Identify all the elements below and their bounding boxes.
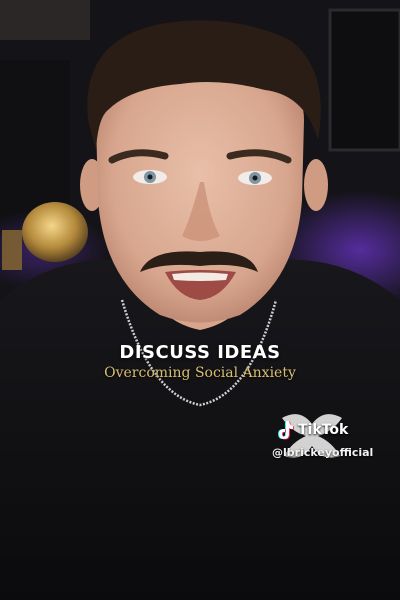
video-scene	[0, 0, 400, 600]
video-frame: DISCUSS IDEAS Overcoming Social Anxiety …	[0, 0, 400, 600]
tiktok-watermark: TikTok @lbrickeyofficial	[272, 420, 396, 459]
caption-overlay: DISCUSS IDEAS Overcoming Social Anxiety	[0, 342, 400, 381]
gold-lamp	[22, 202, 88, 262]
caption-title: DISCUSS IDEAS	[119, 342, 281, 363]
picture-frame	[328, 8, 400, 152]
caption-subtitle: Overcoming Social Anxiety	[104, 365, 296, 381]
tiktok-logo-icon	[278, 421, 294, 440]
creator-handle: @lbrickeyofficial	[272, 446, 374, 459]
tiktok-brand-label: TikTok	[298, 422, 349, 438]
